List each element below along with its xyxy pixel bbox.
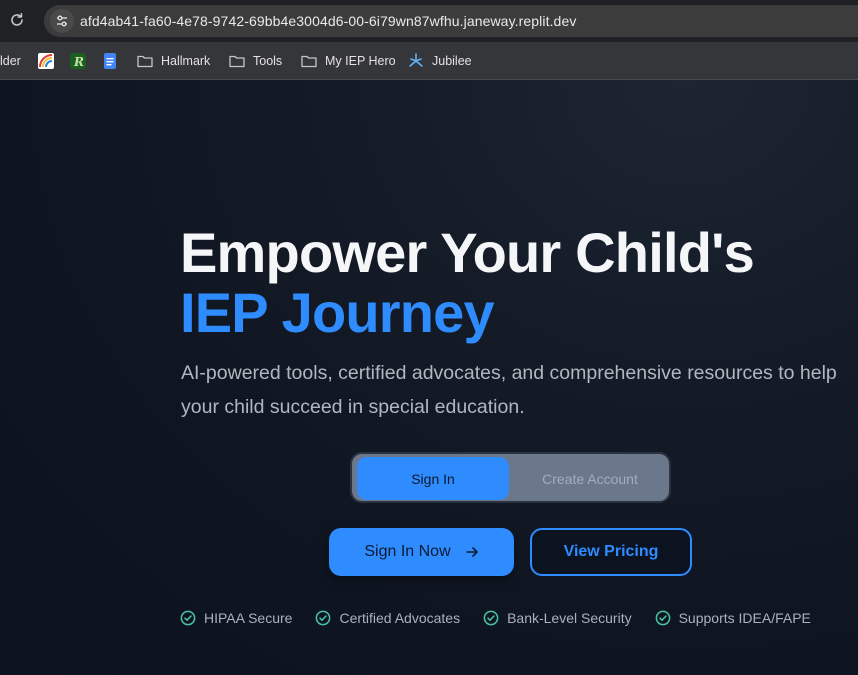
bookmark-label: Tools bbox=[253, 54, 283, 68]
bookmark-hallmark[interactable]: Hallmark bbox=[137, 52, 210, 70]
browser-chrome: afd4ab41-fa60-4e78-9742-69bb4e3004d6-00-… bbox=[0, 0, 858, 80]
tab-sign-in[interactable]: Sign In bbox=[357, 457, 509, 500]
sign-in-now-button[interactable]: Sign In Now bbox=[329, 528, 514, 576]
badge-bank-level-security: Bank-Level Security bbox=[483, 610, 632, 626]
badge-hipaa: HIPAA Secure bbox=[180, 610, 292, 626]
bookmarks-bar: lder R Hallmark Tools My IEP Hero Jubile… bbox=[0, 42, 858, 80]
hero-title-line1: Empower Your Child's bbox=[180, 221, 755, 284]
check-circle-icon bbox=[483, 610, 499, 626]
folder-icon bbox=[301, 53, 317, 69]
bookmark-my-iep-hero[interactable]: My IEP Hero bbox=[301, 52, 396, 70]
folder-icon bbox=[137, 53, 153, 69]
docs-icon bbox=[102, 53, 118, 69]
sign-in-now-label: Sign In Now bbox=[364, 543, 451, 560]
arrow-right-icon bbox=[465, 545, 479, 559]
bookmark-r-app[interactable]: R bbox=[70, 52, 94, 70]
rainbow-app-icon bbox=[38, 53, 54, 69]
svg-text:R: R bbox=[73, 55, 84, 69]
hero-title-line2: IEP Journey bbox=[180, 281, 495, 344]
site-settings-icon[interactable] bbox=[50, 9, 74, 33]
bookmark-docs[interactable] bbox=[102, 52, 126, 70]
badge-label: Supports IDEA/FAPE bbox=[678, 610, 811, 626]
hero-subtitle: AI-powered tools, certified advocates, a… bbox=[181, 362, 837, 418]
check-circle-icon bbox=[655, 610, 671, 626]
bookmark-tools[interactable]: Tools bbox=[229, 52, 282, 70]
trust-badges: HIPAA Secure Certified Advocates Bank-Le… bbox=[180, 607, 811, 629]
bookmark-folder-partial[interactable]: lder bbox=[0, 52, 21, 70]
bookmark-rainbow[interactable] bbox=[38, 52, 62, 70]
bookmark-label: My IEP Hero bbox=[325, 54, 396, 68]
bookmark-label: Jubilee bbox=[432, 54, 472, 68]
bookmark-jubilee[interactable]: Jubilee bbox=[408, 52, 472, 70]
bookmark-label: Hallmark bbox=[161, 54, 211, 68]
badge-label: Bank-Level Security bbox=[507, 610, 632, 626]
tab-create-account[interactable]: Create Account bbox=[512, 457, 668, 500]
r-app-icon: R bbox=[70, 53, 86, 69]
folder-icon bbox=[229, 53, 245, 69]
auth-toggle: Sign In Create Account bbox=[350, 452, 671, 503]
badge-certified-advocates: Certified Advocates bbox=[315, 610, 460, 626]
address-bar-row: afd4ab41-fa60-4e78-9742-69bb4e3004d6-00-… bbox=[0, 0, 858, 42]
badge-label: Certified Advocates bbox=[339, 610, 461, 626]
url-text[interactable]: afd4ab41-fa60-4e78-9742-69bb4e3004d6-00-… bbox=[80, 13, 576, 29]
bookmark-label: lder bbox=[0, 54, 21, 68]
check-circle-icon bbox=[180, 610, 196, 626]
reload-icon[interactable] bbox=[8, 11, 26, 29]
view-pricing-button[interactable]: View Pricing bbox=[530, 528, 692, 576]
badge-supports-idea-fape: Supports IDEA/FAPE bbox=[655, 610, 811, 626]
jubilee-icon bbox=[408, 53, 424, 69]
check-circle-icon bbox=[315, 610, 331, 626]
badge-label: HIPAA Secure bbox=[204, 610, 293, 626]
